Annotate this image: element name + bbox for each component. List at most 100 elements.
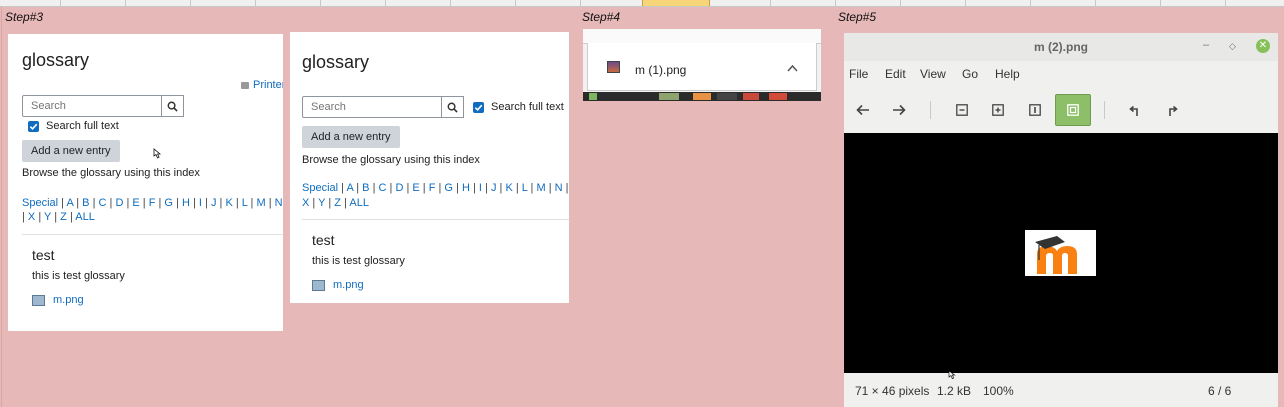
alphabet-link[interactable]: A [346,182,353,194]
menu-help[interactable]: Help [995,67,1020,81]
download-bar: m (1).png [583,29,821,101]
alphabet-link[interactable]: E [132,197,139,209]
alphabet-link[interactable]: Special [22,197,58,209]
app-icon[interactable] [769,93,787,100]
image-file-icon [607,61,620,73]
checkmark-icon [473,101,484,113]
download-item[interactable] [587,43,817,91]
close-icon[interactable]: ✕ [1256,39,1270,53]
alphabet-link[interactable]: M [256,197,265,209]
search-full-text-checkbox[interactable]: Search full text [473,101,564,113]
rotate-right-button[interactable] [1155,94,1189,126]
glossary-panel-right: glossary Search full text Add a new entr… [290,32,569,303]
window-titlebar[interactable]: m (2).png – ◇ ✕ [844,33,1278,61]
search-button[interactable] [162,95,184,117]
minimize-icon[interactable]: – [1203,39,1209,51]
image-file-icon [312,279,325,291]
alphabet-link[interactable]: K [225,197,232,209]
search-full-text-checkbox[interactable]: Search full text [28,120,119,132]
app-icon[interactable] [717,93,737,100]
best-fit-button[interactable] [1055,94,1091,126]
app-icon[interactable] [589,93,597,100]
rotate-left-icon [1128,105,1138,116]
alphabet-link[interactable]: Z [60,211,67,223]
menu-edit[interactable]: Edit [885,67,906,81]
search-icon [447,102,458,113]
normal-size-icon [1029,104,1041,116]
alphabet-link[interactable]: ALL [349,197,369,209]
attachment-link[interactable]: m.png [312,279,364,291]
alphabet-link[interactable]: L [522,182,528,194]
checkmark-icon [28,120,39,132]
printer-friendly-link[interactable]: Printer [241,79,283,91]
alphabet-link[interactable]: Special [302,182,338,194]
alphabet-link[interactable]: H [462,182,470,194]
alphabet-link[interactable]: N [275,197,283,209]
grid-line [1,6,2,407]
search-button[interactable] [442,96,464,118]
alphabet-link[interactable]: ALL [75,211,95,223]
alphabet-link[interactable]: H [182,197,190,209]
alphabet-link[interactable]: K [505,182,512,194]
menu-file[interactable]: File [849,67,868,81]
alphabet-link[interactable]: G [164,197,173,209]
alphabet-link[interactable]: N [555,182,563,194]
alphabet-link[interactable]: F [149,197,156,209]
menu-view[interactable]: View [920,67,946,81]
alphabet-link[interactable]: J [491,182,497,194]
chevron-up-icon[interactable] [787,64,798,72]
search-input[interactable] [22,95,162,117]
menu-go[interactable]: Go [962,67,978,81]
add-new-entry-button[interactable]: Add a new entry [302,126,400,148]
status-zoom: 100% [983,384,1014,398]
page-title: glossary [22,50,90,70]
zoom-in-button[interactable] [981,94,1015,126]
image-canvas[interactable] [844,133,1278,373]
step4-label: Step#4 [582,10,621,24]
app-icon[interactable] [743,93,759,100]
alphabet-link[interactable]: L [242,197,248,209]
moodle-logo-image [1025,230,1096,276]
next-image-button[interactable] [882,94,916,126]
alphabet-link[interactable]: J [211,197,217,209]
zoom-out-button[interactable] [945,94,979,126]
selected-column-header[interactable] [642,0,710,6]
alphabet-link[interactable]: X [28,211,35,223]
app-icon[interactable] [693,93,711,100]
window-title: m (2).png [1034,40,1088,54]
alphabet-link[interactable]: I [199,197,202,209]
alphabet-index-line2: X | Y | Z | ALL [302,197,369,209]
alphabet-link[interactable]: D [115,197,123,209]
alphabet-link[interactable]: I [479,182,482,194]
attachment-name: m.png [333,279,364,291]
alphabet-index: Special | A | B | C | D | E | F | G | H … [22,197,283,209]
alphabet-link[interactable]: Z [334,197,341,209]
add-new-entry-button[interactable]: Add a new entry [22,140,120,162]
divider [302,219,569,220]
normal-size-button[interactable] [1018,94,1052,126]
maximize-icon[interactable]: ◇ [1229,41,1236,52]
alphabet-link[interactable]: B [362,182,369,194]
alphabet-link[interactable]: Y [318,197,325,209]
alphabet-link[interactable]: C [379,182,387,194]
alphabet-link[interactable]: C [99,197,107,209]
alphabet-link[interactable]: G [444,182,453,194]
toolbar-separator [1104,101,1105,119]
attachment-link[interactable]: m.png [32,294,84,306]
alphabet-link[interactable]: M [536,182,545,194]
alphabet-link[interactable]: A [66,197,73,209]
alphabet-link[interactable]: Y [44,211,51,223]
previous-image-button[interactable] [846,94,880,126]
alphabet-link[interactable]: E [412,182,419,194]
alphabet-link[interactable]: F [429,182,436,194]
arrow-left-icon [856,104,869,116]
mouse-cursor-icon [948,370,956,379]
alphabet-link[interactable]: X [302,197,309,209]
printer-link-label: Printer [253,79,283,91]
search-input[interactable] [302,96,442,118]
alphabet-link[interactable]: B [82,197,89,209]
alphabet-link[interactable]: D [395,182,403,194]
app-icon[interactable] [659,93,679,100]
rotate-left-button[interactable] [1117,94,1151,126]
alphabet-index-line2: | X | Y | Z | ALL [22,211,95,223]
